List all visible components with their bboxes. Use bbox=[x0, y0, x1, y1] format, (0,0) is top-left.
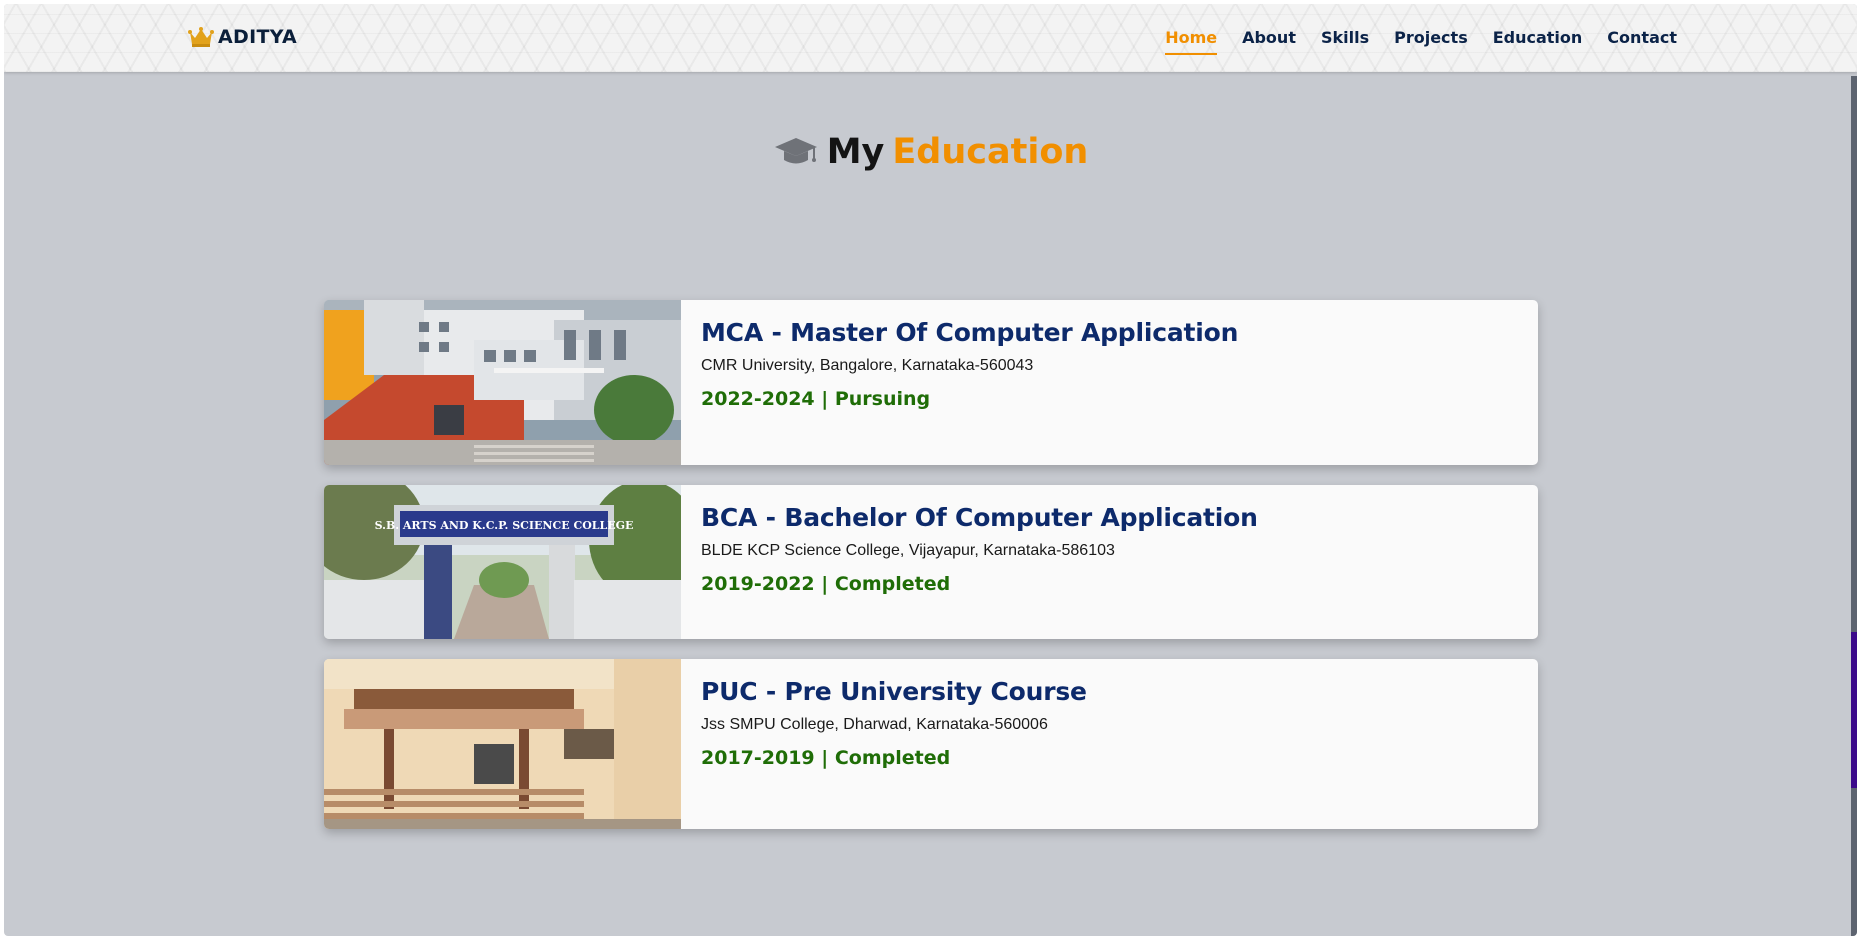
card-body: PUC - Pre University Course Jss SMPU Col… bbox=[681, 659, 1107, 829]
education-card-mca: MCA - Master Of Computer Application CMR… bbox=[324, 300, 1538, 465]
top-navbar: ADITYA Home About Skills Projects Educat… bbox=[4, 4, 1857, 72]
nav-skills[interactable]: Skills bbox=[1321, 28, 1369, 55]
scrollbar-thumb[interactable] bbox=[1851, 632, 1857, 788]
nav-contact[interactable]: Contact bbox=[1607, 28, 1677, 55]
education-card-bca: S.B. ARTS AND K.C.P. SCIENCE COLLEGE BCA… bbox=[324, 485, 1538, 639]
nav-about[interactable]: About bbox=[1242, 28, 1296, 55]
nav-education[interactable]: Education bbox=[1493, 28, 1583, 55]
section-title-accent: Education bbox=[892, 132, 1089, 172]
degree-title: BCA - Bachelor Of Computer Application bbox=[701, 503, 1258, 532]
gate-sign-text: S.B. ARTS AND K.C.P. SCIENCE COLLEGE bbox=[375, 519, 634, 532]
card-body: BCA - Bachelor Of Computer Application B… bbox=[681, 485, 1278, 639]
cmr-university-building-photo bbox=[324, 300, 681, 465]
card-body: MCA - Master Of Computer Application CMR… bbox=[681, 300, 1258, 465]
page-scrollbar[interactable] bbox=[1851, 76, 1857, 936]
degree-title: MCA - Master Of Computer Application bbox=[701, 318, 1239, 347]
main-nav: Home About Skills Projects Education Con… bbox=[1165, 28, 1677, 55]
section-title-prefix: My bbox=[826, 132, 885, 172]
section-title: My Education bbox=[4, 132, 1857, 172]
graduation-cap-icon bbox=[774, 138, 817, 164]
education-card-puc: PUC - Pre University Course Jss SMPU Col… bbox=[324, 659, 1538, 829]
degree-status: 2022-2024 | Pursuing bbox=[701, 388, 931, 410]
institution-name: BLDE KCP Science College, Vijayapur, Kar… bbox=[701, 542, 1115, 559]
brand-name: ADITYA bbox=[218, 26, 297, 48]
degree-status: 2017-2019 | Completed bbox=[701, 747, 951, 769]
brand-logo[interactable]: ADITYA bbox=[188, 26, 297, 48]
nav-home[interactable]: Home bbox=[1165, 28, 1218, 55]
degree-status: 2019-2022 | Completed bbox=[701, 573, 951, 595]
institution-name: Jss SMPU College, Dharwad, Karnataka-560… bbox=[701, 716, 1048, 733]
nav-projects[interactable]: Projects bbox=[1394, 28, 1468, 55]
crown-icon bbox=[188, 27, 214, 47]
bca-college-gate-photo: S.B. ARTS AND K.C.P. SCIENCE COLLEGE bbox=[324, 485, 681, 639]
puc-college-entrance-photo bbox=[324, 659, 681, 829]
page-frame: ADITYA Home About Skills Projects Educat… bbox=[4, 4, 1857, 936]
degree-title: PUC - Pre University Course bbox=[701, 677, 1087, 706]
institution-name: CMR University, Bangalore, Karnataka-560… bbox=[701, 357, 1034, 374]
